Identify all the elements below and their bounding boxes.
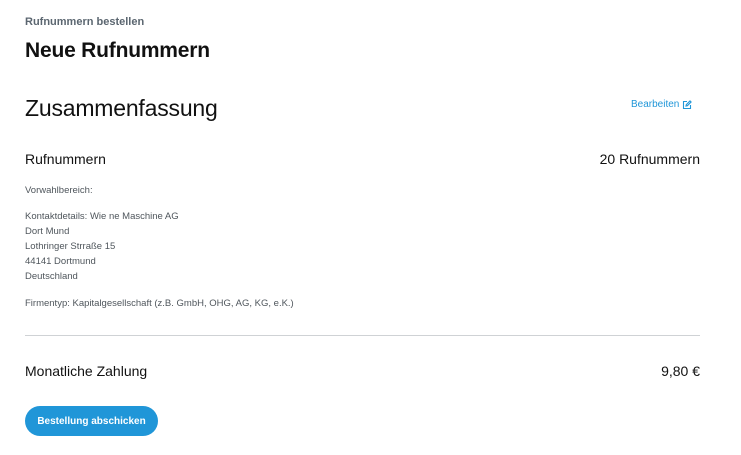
monthly-payment-row: Monatliche Zahlung 9,80 € (25, 363, 700, 379)
submit-order-button[interactable]: Bestellung abschicken (25, 406, 158, 436)
breadcrumb: Rufnummern bestellen (25, 16, 145, 28)
contact-line-name: Dort Mund (25, 226, 70, 237)
phone-numbers-label: Rufnummern (25, 151, 106, 167)
edit-link[interactable]: Bearbeiten (631, 99, 693, 110)
area-code-label: Vorwahlbereich: (25, 185, 93, 196)
contact-line-city: 44141 Dortmund (25, 256, 96, 267)
contact-line-street: Lothringer Strraße 15 (25, 241, 116, 252)
contact-line-country: Deutschland (25, 271, 78, 282)
divider (25, 335, 700, 336)
phone-numbers-value: 20 Rufnummern (599, 151, 700, 167)
page-title: Neue Rufnummern (25, 39, 210, 62)
monthly-payment-label: Monatliche Zahlung (25, 363, 148, 379)
monthly-payment-value: 9,80 € (661, 363, 700, 379)
contact-details: Kontaktdetails: Wie ne Maschine AG Dort … (25, 209, 179, 284)
summary-title: Zusammenfassung (25, 95, 218, 121)
edit-icon (682, 99, 693, 110)
company-type: Firmentyp: Kapitalgesellschaft (z.B. Gmb… (25, 298, 294, 309)
edit-link-label: Bearbeiten (631, 99, 680, 110)
contact-line-company: Kontaktdetails: Wie ne Maschine AG (25, 211, 179, 222)
phone-numbers-row: Rufnummern 20 Rufnummern (25, 151, 700, 167)
